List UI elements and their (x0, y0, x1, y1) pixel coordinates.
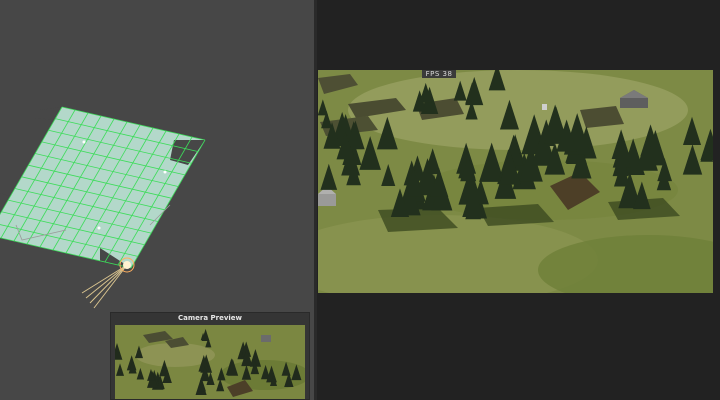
marker-post (542, 104, 547, 110)
stats-label: FPS 38 (422, 70, 456, 78)
scene-marker (97, 226, 101, 230)
terrain-grid[interactable] (0, 106, 206, 269)
camera-preview-title: Camera Preview (177, 314, 243, 322)
camera-preview-window[interactable]: Camera Preview (110, 312, 310, 400)
game-view[interactable] (318, 70, 713, 293)
scene-view[interactable]: Camera Preview (0, 0, 314, 400)
terrain-gap (170, 140, 205, 165)
terrain-tiles (0, 107, 205, 268)
scene-marker (163, 170, 167, 174)
sun-light-icon[interactable] (81, 257, 135, 309)
camera-preview-image (115, 325, 305, 399)
scene-marker (82, 140, 86, 144)
